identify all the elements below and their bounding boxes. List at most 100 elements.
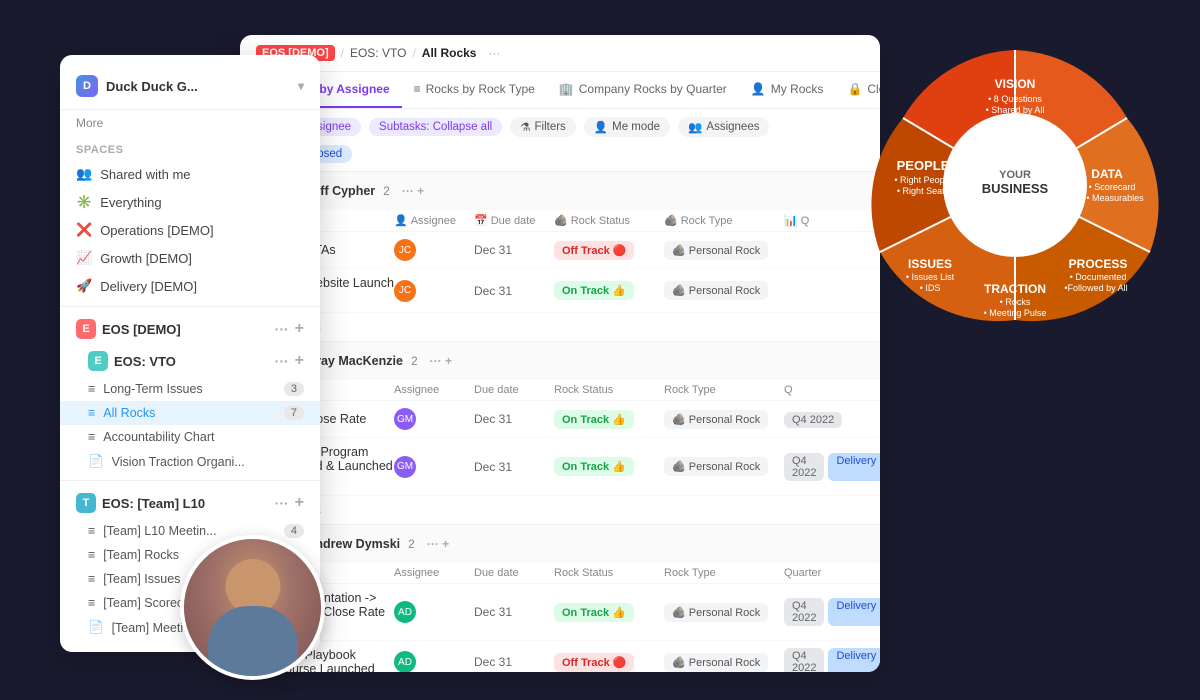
eos-sub-add[interactable]: +: [295, 352, 304, 370]
growth-icon: 📈: [76, 250, 92, 266]
tab-my-rocks[interactable]: 👤 My Rocks: [739, 72, 836, 108]
delivery-icon: 🚀: [76, 278, 92, 294]
new-task-gray[interactable]: +New Task: [240, 496, 880, 524]
tab-rocks-type[interactable]: ≡ Rocks by Rock Type: [402, 72, 547, 108]
rock-type-badge: 🪨 Personal Rock: [664, 410, 768, 429]
tab-icon: 👤: [751, 82, 766, 96]
sidebar-item-delivery[interactable]: 🚀 Delivery [DEMO]: [60, 272, 320, 300]
divider: [60, 306, 320, 307]
due-date: Dec 31: [474, 605, 554, 619]
rocks-breadcrumb: All Rocks: [422, 46, 477, 60]
tab-company-rocks[interactable]: 🏢 Company Rocks by Quarter: [547, 72, 739, 108]
status-badge: Off Track 🔴: [554, 241, 634, 260]
doc-icon: 📄: [88, 454, 104, 469]
table-row[interactable]: New Playbook Course Launched AD Dec 31 O…: [240, 641, 880, 672]
tabs: ≡ Rocks by Assignee ≡ Rocks by Rock Type…: [240, 72, 880, 109]
spaces-label: Spaces: [60, 136, 320, 160]
chevron-icon: ▾: [298, 79, 304, 93]
process-label: PROCESS: [1069, 257, 1128, 271]
team-add[interactable]: +: [295, 494, 304, 512]
col-due: Due date: [474, 567, 554, 579]
sidebar-sub-label: [Team] Issues: [103, 572, 180, 586]
eos-sub-label: EOS: VTO: [114, 354, 176, 369]
donut-chart: VISION • 8 Questions • Shared by All DAT…: [860, 30, 1170, 340]
filter-subtasks[interactable]: Subtasks: Collapse all: [369, 118, 502, 136]
col-type: Rock Type: [664, 384, 784, 396]
eos-group-label: EOS [DEMO]: [102, 322, 181, 337]
assignee-avatar-cell: AD: [394, 601, 416, 623]
list-icon: ≡: [88, 596, 95, 610]
sidebar-sub-label: [Team] Rocks: [103, 548, 179, 562]
quarter-badge: Q4 2022: [784, 648, 824, 672]
sidebar-item-label: Operations [DEMO]: [100, 223, 213, 238]
dept-badge: Delivery: [828, 598, 880, 626]
sidebar-sub-all-rocks[interactable]: ≡ All Rocks 7: [60, 401, 320, 425]
list-icon: ≡: [88, 524, 95, 538]
gray-more[interactable]: ··· +: [430, 354, 452, 368]
col-status: Rock Status: [554, 567, 664, 579]
sidebar-item-label: Growth [DEMO]: [100, 251, 192, 266]
assignee-row-jeff[interactable]: ▼ JC Jeff Cypher 2 ··· +: [240, 172, 880, 210]
list-icon: ≡: [88, 430, 95, 444]
eos-sub-dots[interactable]: ···: [275, 353, 289, 369]
tab-label: Rocks by Rock Type: [426, 82, 535, 96]
col-q: Quarter: [784, 567, 864, 579]
sidebar-sub-long-term[interactable]: ≡ Long-Term Issues 3: [60, 377, 320, 401]
new-task-jeff[interactable]: +New Task: [240, 313, 880, 341]
col-q: Q: [784, 384, 864, 396]
table-row[interactable]: Partner Program Outlined & Launched 🚀 GM…: [240, 438, 880, 496]
funnel-icon: ⚗: [520, 120, 530, 134]
team-dots[interactable]: ···: [275, 495, 289, 511]
eos-dots[interactable]: ···: [275, 321, 289, 337]
sidebar-sub-vision[interactable]: 📄 Vision Traction Organi...: [60, 449, 320, 474]
filter-assignees[interactable]: 👥 Assignees: [678, 117, 769, 137]
col-assignee: Assignee: [394, 384, 474, 396]
data-label: DATA: [1091, 167, 1123, 181]
sidebar-item-everything[interactable]: ✳️ Everything: [60, 188, 320, 216]
breadcrumb-dots[interactable]: ···: [488, 46, 500, 60]
duck-icon: D: [76, 75, 98, 97]
sidebar-item-shared[interactable]: 👥 Shared with me: [60, 160, 320, 188]
duck-label: Duck Duck G...: [106, 79, 198, 94]
eos-vto-group[interactable]: E EOS: VTO ··· +: [60, 345, 320, 377]
filter-me-mode[interactable]: 👤 Me mode: [584, 117, 670, 137]
col-headers-jeff: 🔒 Name 👤 Assignee 📅 Due date 🪨 Rock Stat…: [240, 210, 880, 232]
table-row[interactable]: 35% Close Rate GM Dec 31 On Track 👍 🪨 Pe…: [240, 401, 880, 438]
more-label[interactable]: More: [60, 110, 320, 136]
all-rocks-badge: 7: [284, 406, 304, 420]
sidebar-item-label: Delivery [DEMO]: [100, 279, 197, 294]
data-sub1: • Scorecard: [1089, 182, 1136, 192]
person-icon: 👤: [594, 120, 608, 134]
table-row[interactable]: 110+ FTAs JC Dec 31 Off Track 🔴 🪨 Person…: [240, 232, 880, 269]
vto-breadcrumb[interactable]: EOS: VTO: [350, 46, 406, 60]
duck-header[interactable]: D Duck Duck G... ▾: [60, 67, 320, 110]
rock-type-badge: 🪨 Personal Rock: [664, 603, 768, 622]
data-sub2: • Measurables: [1086, 193, 1144, 203]
col-due: Due date: [474, 384, 554, 396]
sidebar-item-growth[interactable]: 📈 Growth [DEMO]: [60, 244, 320, 272]
jeff-add[interactable]: ··· +: [402, 184, 424, 198]
due-date: Dec 31: [474, 460, 554, 474]
table-row[interactable]: New Website Launch 🚀 JC Dec 31 On Track …: [240, 269, 880, 313]
status-badge: On Track 👍: [554, 410, 634, 429]
eos-add[interactable]: +: [295, 320, 304, 338]
andrew-more[interactable]: ··· +: [427, 537, 449, 551]
table-content: ▼ JC Jeff Cypher 2 ··· + 🔒 Name 👤 Assign…: [240, 172, 880, 672]
vision-label: VISION: [995, 77, 1036, 91]
team-group[interactable]: T EOS: [Team] L10 ··· +: [60, 487, 320, 519]
list-icon: ≡: [88, 382, 95, 396]
assignee-row-andrew[interactable]: ▼ AD Andrew Dymski 2 ··· +: [240, 525, 880, 563]
issues-label: ISSUES: [908, 257, 952, 271]
filter-label: Me mode: [612, 121, 660, 133]
assignee-row-gray[interactable]: ▼ GM Gray MacKenzie 2 ··· +: [240, 342, 880, 380]
assignee-avatar-cell: GM: [394, 456, 416, 478]
table-row[interactable]: Implementation -> Support Close Rate of …: [240, 584, 880, 641]
filter-filters[interactable]: ⚗ Filters: [510, 117, 576, 137]
tab-label: Company Rocks by Quarter: [579, 82, 727, 96]
sidebar-item-operations[interactable]: ❌ Operations [DEMO]: [60, 216, 320, 244]
sidebar-sub-accountability[interactable]: ≡ Accountability Chart: [60, 425, 320, 449]
eos-group[interactable]: E EOS [DEMO] ··· +: [60, 313, 320, 345]
vision-sub1: • 8 Questions: [988, 94, 1042, 104]
rock-type-badge: 🪨 Personal Rock: [664, 241, 768, 260]
eos-sub-icon: E: [88, 351, 108, 371]
